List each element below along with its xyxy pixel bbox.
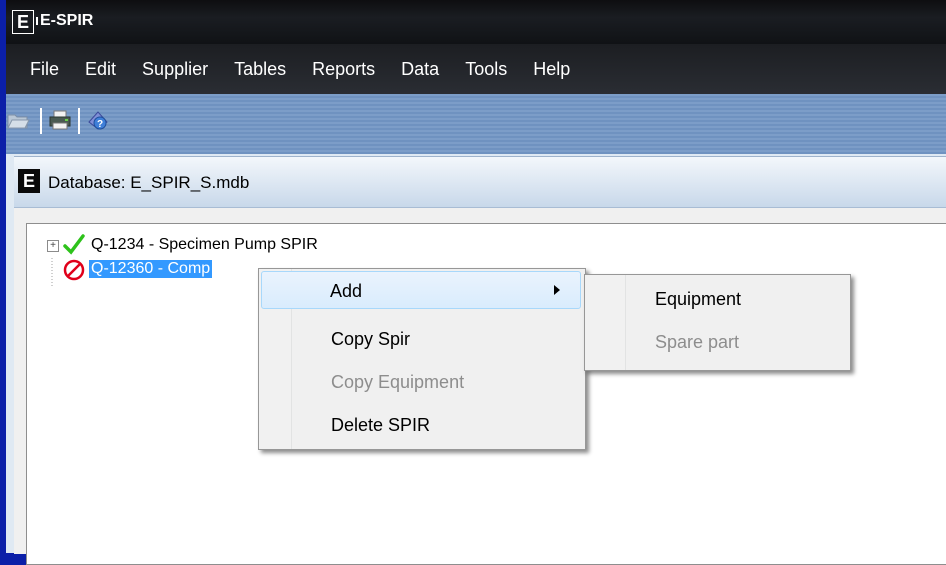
submenu-arrow-icon: [554, 285, 560, 295]
menu-item-label: Copy Equipment: [331, 372, 465, 392]
menu-item-label: Delete SPIR: [331, 415, 431, 435]
document-title: Database: E_SPIR_S.mdb: [48, 173, 250, 192]
menu-file[interactable]: File: [30, 59, 59, 80]
svg-text:?: ?: [97, 119, 103, 130]
expand-plus-icon[interactable]: +: [47, 240, 59, 252]
title-bar: E E-SPIR: [6, 0, 946, 44]
submenu-item-equipment[interactable]: Equipment: [587, 280, 845, 318]
menu-item-label: Equipment: [655, 289, 742, 309]
submenu-item-spare-part[interactable]: Spare part: [587, 323, 845, 361]
tree-item-label[interactable]: Q-1234 - Specimen Pump SPIR: [91, 236, 318, 254]
menu-tools[interactable]: Tools: [465, 59, 507, 80]
context-menu: Add Copy Spir Copy Equipment Delete SPIR: [258, 268, 586, 450]
menu-edit[interactable]: Edit: [85, 59, 116, 80]
app-logo-icon: E: [12, 10, 38, 34]
help-icon[interactable]: ?: [86, 108, 110, 132]
toolbar-separator: [78, 108, 80, 134]
menu-tables[interactable]: Tables: [234, 59, 286, 80]
open-folder-icon[interactable]: [6, 108, 30, 132]
red-prohibited-icon: [63, 259, 85, 281]
menu-item-copy-equipment[interactable]: Copy Equipment: [261, 363, 581, 401]
menu-item-label: Copy Spir: [331, 329, 411, 349]
add-submenu: Equipment Spare part: [584, 274, 851, 371]
toolbar: ?: [6, 94, 946, 154]
menu-item-label: Spare part: [655, 332, 740, 352]
menu-item-label: Add: [330, 281, 363, 301]
menu-data[interactable]: Data: [401, 59, 439, 80]
menu-reports[interactable]: Reports: [312, 59, 375, 80]
green-check-icon: [63, 234, 85, 255]
toolbar-separator: [40, 108, 42, 134]
menu-supplier[interactable]: Supplier: [142, 59, 208, 80]
tree-item[interactable]: + Q-1234 - Specimen Pump SPIR: [47, 234, 447, 258]
menu-bar: File Edit Supplier Tables Reports Data T…: [6, 44, 946, 94]
print-icon[interactable]: [48, 108, 72, 132]
menu-item-add[interactable]: Add: [261, 271, 581, 309]
menu-item-delete-spir[interactable]: Delete SPIR: [261, 406, 581, 444]
menu-item-copy-spir[interactable]: Copy Spir: [261, 320, 581, 358]
document-title-bar: E Database: E_SPIR_S.mdb: [14, 157, 946, 208]
document-logo-icon: E: [18, 169, 40, 193]
tree-item-label-selected[interactable]: Q-12360 - Comp: [89, 260, 213, 278]
menu-help[interactable]: Help: [533, 59, 570, 80]
window-title: E-SPIR: [40, 12, 94, 29]
